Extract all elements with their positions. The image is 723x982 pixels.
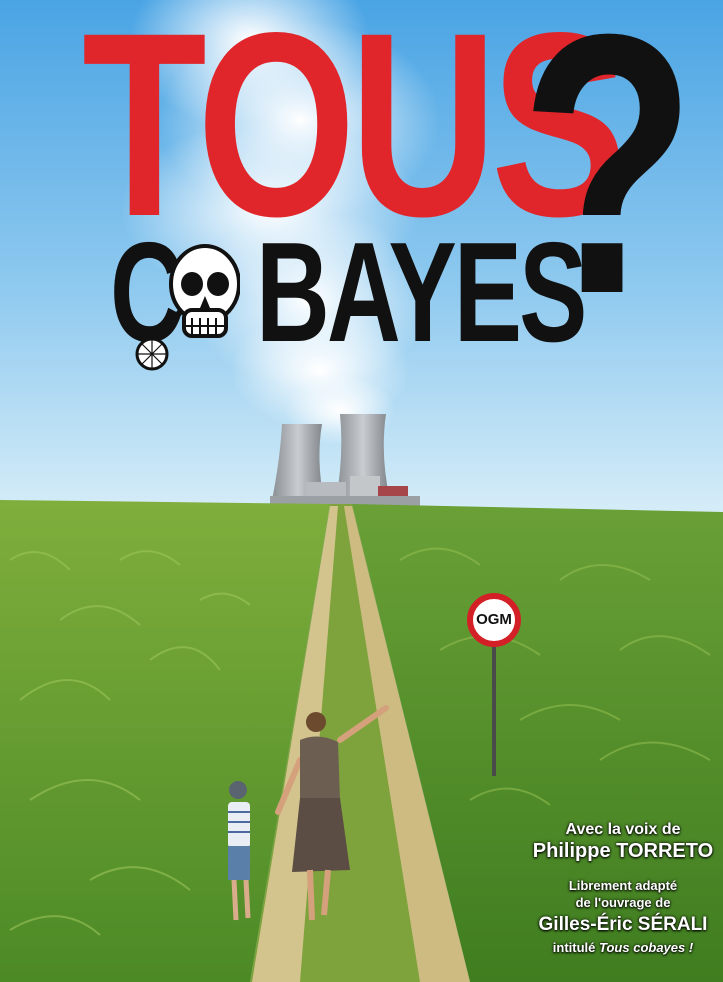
credits-intitule-prefix: intitulé [552,940,596,955]
ogm-sign-label: OGM [476,611,512,628]
title-cobayes-rest: BAYES [256,213,587,372]
credits-intitule: intitulé Tous cobayes ! [523,939,723,956]
credits-book-title: Tous cobayes ! [599,940,694,955]
skull-icon [135,244,240,371]
credits-adapted-line2: de l'ouvrage de [575,895,671,910]
credits-adapted-line1: Librement adapté [568,878,678,893]
credits-voice-line: Avec la voix de [565,821,681,838]
movie-poster: TOUS ? C BAYES OGM Avec la voix de Phili… [0,0,723,982]
credits-actor: Philippe TORRETO [532,840,714,862]
credits-block: Avec la voix de Philippe TORRETO Libreme… [523,820,723,956]
credits-author: Gilles-Éric SÉRALI [538,914,708,935]
